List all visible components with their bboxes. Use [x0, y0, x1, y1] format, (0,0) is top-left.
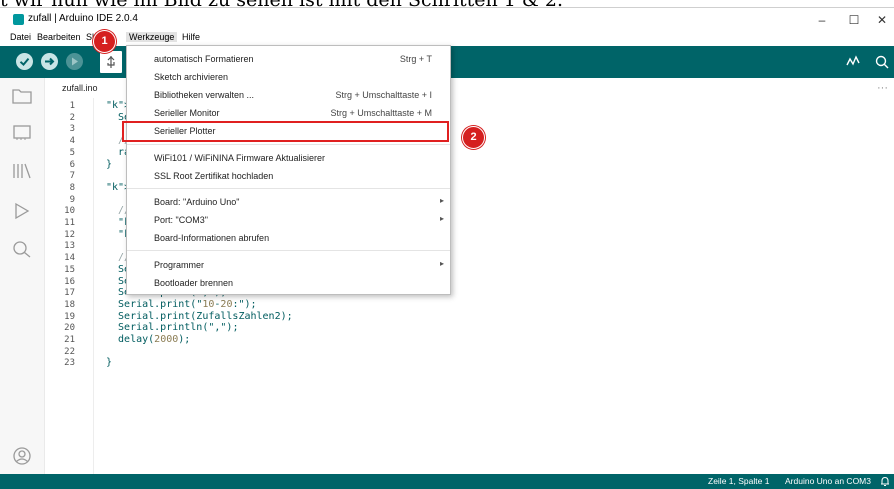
menu-separator	[127, 188, 450, 189]
line-number: 11	[64, 218, 75, 228]
usb-icon	[107, 56, 115, 68]
menu-item-label: Port: "COM3"	[154, 215, 208, 225]
werkzeuge-dropdown: automatisch Formatieren Strg + T Sketch ar…	[126, 45, 451, 295]
minimize-button[interactable]: –	[808, 11, 836, 29]
line-number: 7	[69, 171, 75, 182]
menu-item-port-select[interactable]: Port: "COM3" ▸	[127, 211, 450, 229]
menu-item-board-select[interactable]: Board: "Arduino Uno" ▸	[127, 193, 450, 211]
maximize-button[interactable]: ☐	[840, 11, 868, 29]
line-number: 9	[69, 194, 75, 205]
line-number: 1	[69, 101, 75, 111]
board-selector[interactable]	[100, 51, 122, 73]
menu-werkzeuge[interactable]: Werkzeuge	[126, 32, 178, 42]
step-badge-1: 1	[93, 30, 116, 53]
menu-item-firmware-updater[interactable]: WiFi101 / WiFiNINA Firmware Aktualisiere…	[127, 149, 450, 167]
code-line: }	[106, 357, 113, 369]
debug-button[interactable]	[66, 53, 83, 70]
line-number: 18	[64, 299, 75, 310]
menu-bar: Datei Bearbeiten Sketch Werkzeuge Hilfe	[0, 31, 894, 46]
code-line: Serial.print(ZufallsZahlen2);	[106, 310, 293, 322]
line-number: 12	[64, 229, 75, 240]
code-line: delay(2000);	[106, 334, 191, 345]
line-number: 23	[64, 358, 75, 369]
menu-item-label: Board: "Arduino Uno"	[154, 197, 240, 207]
menu-item-board-info[interactable]: Board-Informationen abrufen	[127, 229, 450, 247]
monitor-icon[interactable]	[874, 54, 890, 70]
board-icon[interactable]	[12, 124, 32, 140]
account-icon[interactable]	[12, 446, 32, 466]
upload-button[interactable]	[41, 53, 58, 70]
menu-item-label: WiFi101 / WiFiNINA Firmware Aktualisiere…	[154, 153, 326, 163]
verify-button[interactable]	[16, 53, 33, 70]
bell-icon[interactable]	[880, 476, 890, 487]
board-status[interactable]: Arduino Uno an COM3	[785, 476, 871, 486]
highlight-box	[122, 121, 449, 142]
close-button[interactable]: ✕	[868, 11, 894, 29]
menu-item-shortcut: Strg + Umschalttaste + M	[330, 108, 432, 118]
arduino-app-icon	[13, 14, 24, 25]
line-number: 20	[64, 323, 75, 334]
submenu-arrow-icon: ▸	[439, 214, 444, 223]
menu-item-label: SSL Root Zertifikat hochladen	[154, 171, 274, 181]
menu-item-programmer[interactable]: Programmer ▸	[127, 256, 450, 274]
submenu-arrow-icon: ▸	[439, 196, 444, 205]
debug-icon[interactable]	[12, 202, 32, 220]
line-number: 13	[64, 241, 75, 252]
check-icon	[19, 57, 30, 67]
menu-item-label: Programmer	[154, 260, 205, 270]
sidebar	[0, 78, 45, 474]
line-number: 6	[69, 159, 75, 170]
debug-icon	[72, 57, 78, 66]
menu-datei[interactable]: Datei	[10, 32, 31, 42]
menu-item-shortcut: Strg + T	[399, 54, 432, 64]
line-number: 21	[64, 335, 75, 345]
menu-item-label: Serieller Monitor	[154, 108, 220, 118]
menu-item-label: Bootloader brennen	[154, 278, 234, 288]
arrow-right-icon	[45, 57, 55, 66]
line-number: 22	[64, 346, 75, 357]
window-title: zufall | Arduino IDE 2.0.4	[28, 13, 138, 24]
menu-separator	[127, 250, 450, 251]
menu-bearbeiten[interactable]: Bearbeiten	[37, 32, 81, 42]
more-icon[interactable]: ···	[877, 82, 888, 94]
menu-item-label: Bibliotheken verwalten ...	[154, 90, 255, 100]
cursor-position: Zeile 1, Spalte 1	[708, 476, 770, 486]
step-badge-2: 2	[462, 126, 485, 149]
menu-hilfe[interactable]: Hilfe	[182, 32, 200, 42]
line-number: 8	[69, 182, 75, 193]
code-line: }	[106, 158, 113, 170]
menu-item-shortcut: Strg + Umschalttaste + I	[335, 90, 432, 100]
code-line: Serial.print("10-20:");	[106, 298, 257, 310]
menu-item-ssl-root-upload[interactable]: SSL Root Zertifikat hochladen	[127, 167, 450, 185]
menu-item-burn-bootloader[interactable]: Bootloader brennen	[127, 274, 450, 292]
search-icon[interactable]	[12, 240, 32, 258]
menu-item-label: Board-Informationen abrufen	[154, 233, 270, 243]
line-number: 16	[64, 276, 75, 287]
line-number: 17	[64, 288, 75, 299]
menu-item-archive-sketch[interactable]: Sketch archivieren	[127, 68, 450, 86]
line-number: 14	[64, 253, 75, 264]
menu-item-label: automatisch Formatieren	[154, 54, 254, 64]
tab-zufall-ino[interactable]: zufall.ino	[45, 78, 110, 98]
status-bar: Zeile 1, Spalte 1 Arduino Uno an COM3	[0, 474, 894, 489]
menu-separator	[127, 144, 450, 145]
line-number: 3	[69, 124, 75, 135]
line-number: 19	[64, 311, 75, 322]
menu-item-auto-format[interactable]: automatisch Formatieren Strg + T	[127, 50, 450, 68]
menu-item-manage-libraries[interactable]: Bibliotheken verwalten ... Strg + Umschal…	[127, 86, 450, 104]
line-number: 2	[69, 112, 75, 123]
plotter-icon[interactable]	[846, 55, 860, 69]
menu-item-label: Sketch archivieren	[154, 72, 229, 82]
title-bar: zufall | Arduino IDE 2.0.4 – ☐ ✕	[0, 7, 894, 32]
line-number: 4	[69, 136, 75, 147]
submenu-arrow-icon: ▸	[439, 259, 444, 268]
code-line: Serial.println(",");	[106, 322, 239, 334]
line-number: 10	[64, 206, 75, 217]
folder-icon[interactable]	[12, 88, 32, 104]
line-number: 15	[64, 264, 75, 275]
line-number: 5	[69, 147, 75, 158]
library-icon[interactable]	[12, 162, 32, 180]
menu-item-serial-monitor[interactable]: Serieller Monitor Strg + Umschalttaste + …	[127, 104, 450, 122]
